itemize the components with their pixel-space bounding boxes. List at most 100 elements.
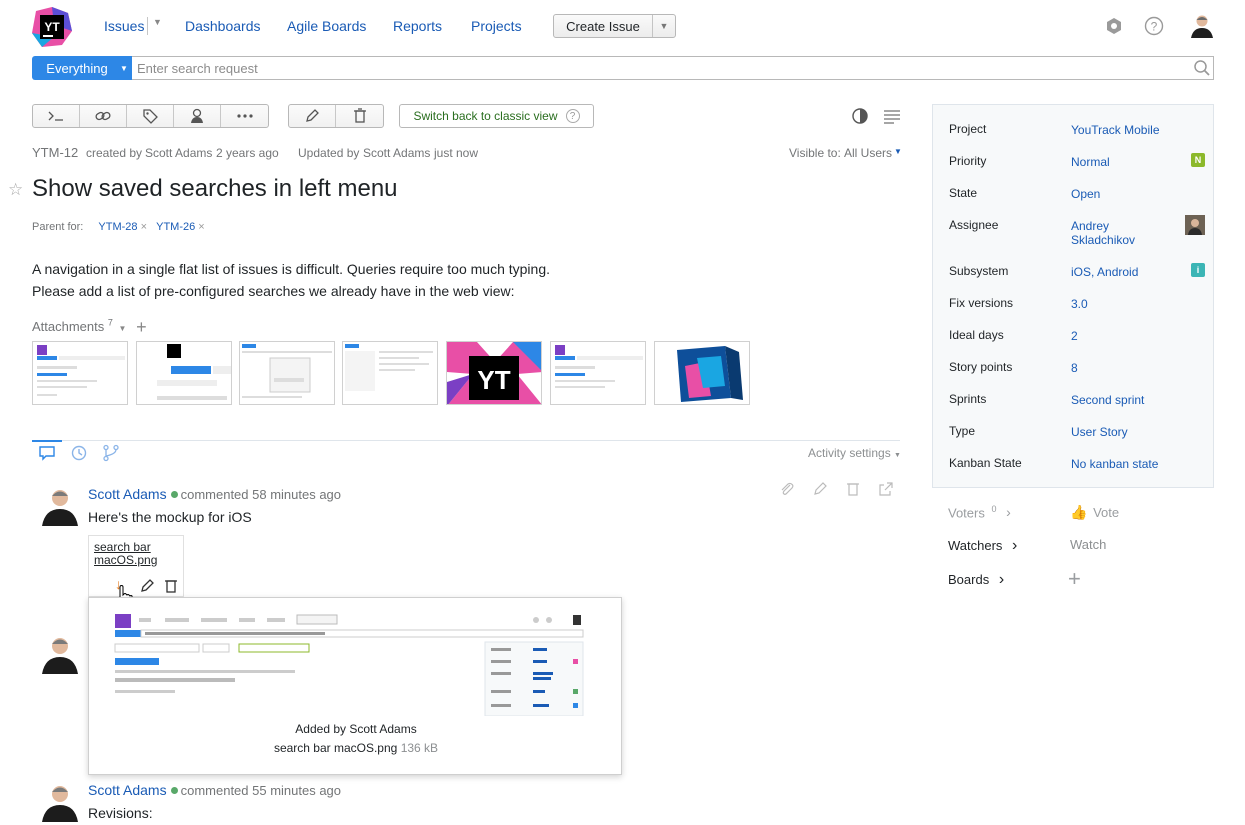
search-context-button[interactable]: Everything ▼ <box>32 56 132 80</box>
command-icon[interactable] <box>33 105 80 127</box>
link-icon[interactable] <box>80 105 127 127</box>
field-value-assignee[interactable]: Andrey Skladchikov <box>1071 219 1171 247</box>
updated-by-link[interactable]: Scott Adams <box>363 146 430 160</box>
field-value-fix-versions[interactable]: 3.0 <box>1071 297 1088 311</box>
search-placeholder[interactable]: Enter search request <box>137 61 258 76</box>
settings-icon[interactable] <box>1104 16 1124 36</box>
nav-issues[interactable]: Issues <box>104 18 144 34</box>
avatar[interactable] <box>40 486 80 526</box>
vote-label[interactable]: Vote <box>1093 505 1119 520</box>
remove-icon[interactable]: × <box>141 221 147 233</box>
issue-id[interactable]: YTM-12 <box>32 145 78 160</box>
comments-tab-icon[interactable] <box>38 444 56 462</box>
chevron-down-icon[interactable]: ▼ <box>119 324 127 333</box>
vote-button[interactable]: 👍 Vote <box>1070 504 1119 521</box>
switch-classic-view-button[interactable]: Switch back to classic view ? <box>399 104 594 128</box>
activity-settings-label[interactable]: Activity settings <box>808 446 891 460</box>
nav-agile-boards[interactable]: Agile Boards <box>287 18 366 34</box>
create-issue-label[interactable]: Create Issue <box>554 15 653 37</box>
avatar[interactable] <box>40 634 80 674</box>
history-tab-icon[interactable] <box>70 444 88 462</box>
field-value-ideal-days[interactable]: 2 <box>1071 329 1078 343</box>
search-input[interactable]: Enter search request <box>132 56 1214 80</box>
field-value-project[interactable]: YouTrack Mobile <box>1071 123 1160 137</box>
chevron-right-icon[interactable]: › <box>1012 537 1017 554</box>
chevron-down-icon[interactable]: ▼ <box>153 17 162 27</box>
edit-icon[interactable] <box>139 578 155 594</box>
field-label-project: Project <box>949 122 987 136</box>
remove-icon[interactable]: × <box>198 221 204 233</box>
boards-label[interactable]: Boards <box>948 572 989 587</box>
edit-icon[interactable] <box>289 105 336 127</box>
add-board-icon[interactable]: + <box>1068 568 1081 590</box>
comment-header: Scott Adams commented 55 minutes ago <box>88 782 341 798</box>
chevron-right-icon[interactable]: › <box>999 571 1004 588</box>
help-icon[interactable]: ? <box>1144 16 1164 36</box>
chevron-down-icon[interactable]: ▼ <box>653 15 675 37</box>
field-value-priority[interactable]: Normal <box>1071 155 1110 169</box>
star-icon[interactable]: ☆ <box>8 180 23 200</box>
nav-dashboards[interactable]: Dashboards <box>185 18 261 34</box>
voters-label[interactable]: Voters <box>948 505 985 520</box>
tag-icon[interactable] <box>127 105 174 127</box>
assignee-icon[interactable] <box>174 105 221 127</box>
chevron-down-icon[interactable]: ▼ <box>894 452 901 459</box>
chevron-down-icon[interactable]: ▼ <box>116 64 132 73</box>
watchers-label[interactable]: Watchers <box>948 538 1002 553</box>
attachment-thumbnail[interactable] <box>32 341 128 405</box>
field-value-state[interactable]: Open <box>1071 187 1100 201</box>
field-value-story-points[interactable]: 8 <box>1071 361 1078 375</box>
voters-row[interactable]: Voters 0 › <box>948 504 1011 520</box>
edit-icon[interactable] <box>812 481 828 497</box>
chevron-down-icon[interactable]: ▼ <box>894 147 902 156</box>
watchers-row[interactable]: Watchers › <box>948 537 1017 555</box>
create-issue-button[interactable]: Create Issue ▼ <box>553 14 676 38</box>
comment-author[interactable]: Scott Adams <box>88 782 167 798</box>
parent-link[interactable]: YTM-28 <box>98 221 137 233</box>
vcs-tab-icon[interactable] <box>102 444 120 462</box>
field-value-subsystem[interactable]: iOS, Android <box>1071 265 1138 279</box>
attachment-thumbnail[interactable]: YT <box>446 341 542 405</box>
help-icon[interactable]: ? <box>565 109 580 123</box>
parent-link[interactable]: YTM-26 <box>156 221 195 233</box>
comment-time: commented 55 minutes ago <box>180 783 342 798</box>
attach-icon[interactable] <box>779 481 795 497</box>
more-icon[interactable] <box>221 105 268 127</box>
attachment-preview-image[interactable] <box>113 612 585 717</box>
youtrack-logo[interactable]: YT <box>32 7 72 47</box>
nav-projects[interactable]: Projects <box>471 18 522 34</box>
attachment-thumbnail[interactable] <box>342 341 438 405</box>
field-value-kanban-state[interactable]: No kanban state <box>1071 457 1158 471</box>
search-icon[interactable] <box>1193 59 1211 77</box>
list-view-icon[interactable] <box>883 108 901 124</box>
field-value-type[interactable]: User Story <box>1071 425 1128 439</box>
permalink-icon[interactable] <box>878 481 894 497</box>
boards-row[interactable]: Boards › <box>948 571 1004 589</box>
field-value-sprints[interactable]: Second sprint <box>1071 393 1144 407</box>
comment-author[interactable]: Scott Adams <box>88 486 167 502</box>
thumbs-up-icon[interactable]: 👍 <box>1070 504 1087 520</box>
attachment-filename[interactable]: search bar macOS.png <box>94 541 178 567</box>
attachment-thumbnail[interactable] <box>654 341 750 405</box>
created-by-link[interactable]: Scott Adams <box>145 146 212 160</box>
attachment-thumbnail[interactable] <box>239 341 335 405</box>
chevron-right-icon[interactable]: › <box>1006 504 1011 520</box>
comment-attachment[interactable]: search bar macOS.png ↓ <box>88 535 184 597</box>
avatar[interactable] <box>40 782 80 822</box>
switch-classic-view-label[interactable]: Switch back to classic view <box>413 109 557 123</box>
nav-reports[interactable]: Reports <box>393 18 442 34</box>
attachment-thumbnail[interactable] <box>136 341 232 405</box>
contrast-icon[interactable] <box>851 107 869 125</box>
watch-button[interactable]: Watch <box>1070 537 1106 552</box>
activity-settings[interactable]: Activity settings ▼ <box>808 446 901 460</box>
visibility-value[interactable]: All Users <box>844 146 892 160</box>
attachment-thumbnail[interactable] <box>550 341 646 405</box>
delete-icon[interactable] <box>336 105 383 127</box>
user-avatar[interactable] <box>1189 12 1215 38</box>
edit-toolbar <box>288 104 384 128</box>
attachments-label[interactable]: Attachments <box>32 319 104 334</box>
add-attachment-icon[interactable]: + <box>136 317 147 337</box>
search-context-label[interactable]: Everything <box>32 61 116 76</box>
delete-icon[interactable] <box>846 481 862 497</box>
delete-icon[interactable] <box>164 578 178 594</box>
